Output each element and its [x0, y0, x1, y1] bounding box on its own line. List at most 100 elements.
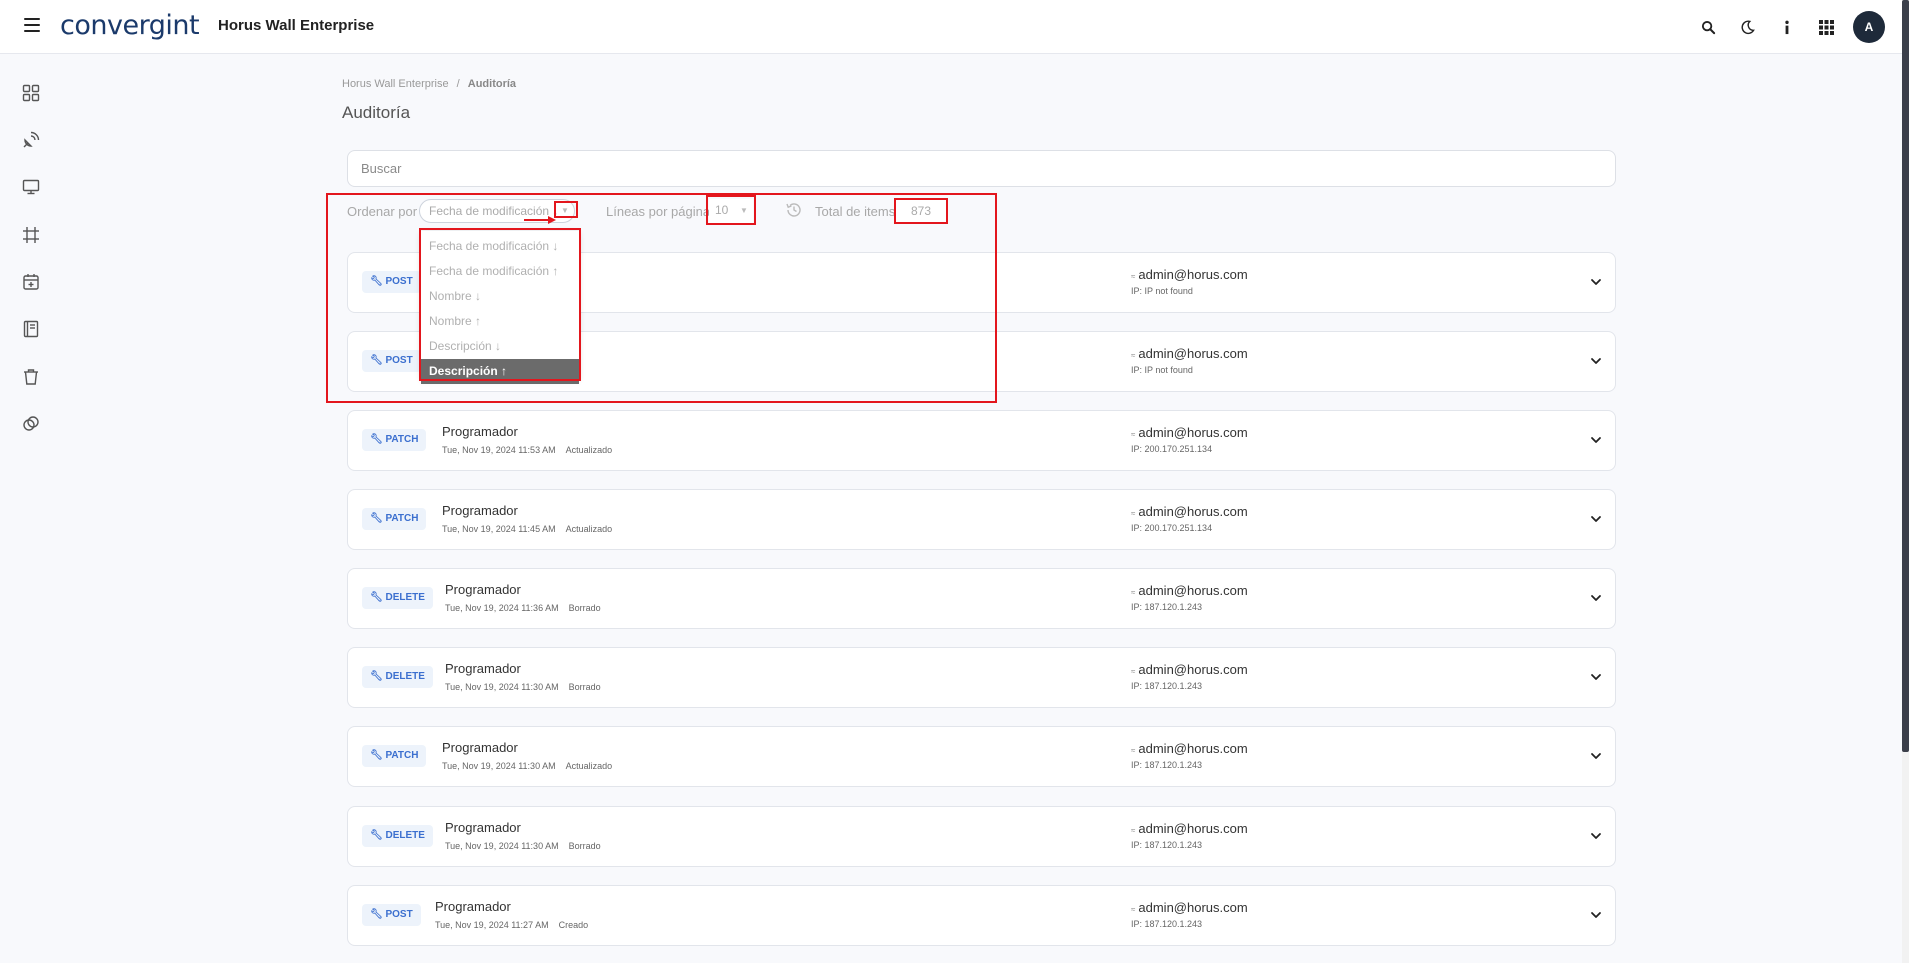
record-user: ≈ admin@horus.com: [1131, 504, 1248, 519]
record-user-email: admin@horus.com: [1138, 662, 1248, 677]
sort-option[interactable]: Fecha de modificación ↓: [421, 234, 579, 259]
book-icon[interactable]: [20, 318, 42, 340]
sort-option[interactable]: Nombre ↓: [421, 284, 579, 309]
method-badge: 🔧︎ POST: [362, 350, 421, 372]
record-title: Programador: [445, 820, 521, 835]
record-meta: Tue, Nov 19, 2024 11:30 AM Borrado: [445, 682, 601, 692]
record-user-email: admin@horus.com: [1138, 504, 1248, 519]
record-ip: IP: IP not found: [1131, 286, 1193, 296]
record-title: Programador: [445, 582, 521, 597]
record-ip: IP: 200.170.251.134: [1131, 523, 1213, 533]
method-label: DELETE: [385, 671, 425, 682]
breadcrumb-root[interactable]: Horus Wall Enterprise: [342, 78, 449, 90]
record-meta: Tue, Nov 19, 2024 11:53 AM Actualizado: [442, 445, 612, 455]
user-group-icon: ≈: [1131, 588, 1136, 597]
chevron-down-icon[interactable]: [1589, 354, 1603, 368]
record-user-email: admin@horus.com: [1138, 425, 1248, 440]
chevron-down-icon[interactable]: [1589, 275, 1603, 289]
record-action: Borrado: [568, 841, 601, 851]
calendar-plus-icon[interactable]: [20, 271, 42, 293]
chevron-down-icon[interactable]: [1589, 749, 1603, 763]
record-title: Programador: [435, 899, 511, 914]
layers-icon[interactable]: [20, 413, 42, 435]
record-meta: Tue, Nov 19, 2024 11:45 AM Actualizado: [442, 524, 612, 534]
total-items-label: Total de items: [815, 204, 896, 219]
sort-dropdown-menu: Fecha de modificación ↓ Fecha de modifica…: [421, 231, 579, 384]
breadcrumb: Horus Wall Enterprise / Auditoría: [342, 78, 516, 90]
audit-record-card[interactable]: 🔧︎ PATCH Programador Tue, Nov 19, 2024 11:…: [347, 410, 1616, 471]
trash-icon[interactable]: [20, 366, 42, 388]
record-user-email: admin@horus.com: [1138, 741, 1248, 756]
record-date: Tue, Nov 19, 2024 11:53 AM: [442, 445, 556, 455]
info-icon[interactable]: [1777, 17, 1797, 37]
chevron-down-icon[interactable]: [1589, 591, 1603, 605]
sort-chevron-down-icon[interactable]: ▼: [561, 206, 569, 215]
audit-record-card[interactable]: 🔧︎ DELETE Programador Tue, Nov 19, 2024 11…: [347, 568, 1616, 629]
annotation-arrow-icon: [524, 211, 556, 224]
record-meta: Tue, Nov 19, 2024 11:30 AM Actualizado: [442, 761, 612, 771]
chevron-down-icon[interactable]: [1589, 829, 1603, 843]
record-user: ≈ admin@horus.com: [1131, 900, 1248, 915]
apps-grid-icon[interactable]: [1816, 17, 1836, 37]
record-title: Programador: [442, 740, 518, 755]
breadcrumb-current: Auditoría: [467, 78, 517, 90]
chevron-down-icon[interactable]: [1589, 670, 1603, 684]
method-badge: 🔧︎ DELETE: [362, 666, 433, 688]
record-user-email: admin@horus.com: [1138, 267, 1248, 282]
grid-frame-icon[interactable]: [20, 224, 42, 246]
chevron-down-icon[interactable]: [1589, 908, 1603, 922]
sort-option[interactable]: Nombre ↑: [421, 309, 579, 334]
record-meta: Tue, Nov 19, 2024 11:30 AM Borrado: [445, 841, 601, 851]
chevron-down-icon[interactable]: [1589, 512, 1603, 526]
sort-option[interactable]: Fecha de modificación ↑: [421, 259, 579, 284]
record-date: Tue, Nov 19, 2024 11:30 AM: [445, 682, 559, 692]
audit-record-card[interactable]: 🔧︎ DELETE Programador Tue, Nov 19, 2024 11…: [347, 806, 1616, 867]
chevron-down-icon[interactable]: [1589, 433, 1603, 447]
breadcrumb-separator: /: [456, 78, 460, 90]
record-action: Actualizado: [565, 761, 613, 771]
sort-option[interactable]: Descripción ↑: [421, 359, 579, 384]
wrench-icon: 🔧︎: [370, 592, 383, 603]
search-icon[interactable]: [1698, 17, 1718, 37]
moon-icon[interactable]: [1737, 17, 1757, 37]
audit-record-card[interactable]: 🔧︎ DELETE Programador Tue, Nov 19, 2024 11…: [347, 647, 1616, 708]
audit-record-card[interactable]: 🔧︎ PATCH Programador Tue, Nov 19, 2024 11:…: [347, 726, 1616, 787]
user-group-icon: ≈: [1131, 746, 1136, 755]
method-label: DELETE: [385, 830, 425, 841]
record-date: Tue, Nov 19, 2024 11:30 AM: [442, 761, 556, 771]
record-user-email: admin@horus.com: [1138, 346, 1248, 361]
scrollbar-thumb[interactable]: [1902, 0, 1909, 752]
record-title: Programador: [442, 424, 518, 439]
user-avatar[interactable]: A: [1853, 11, 1885, 43]
sort-label: Ordenar por: [347, 204, 418, 219]
monitor-icon[interactable]: [20, 176, 42, 198]
record-date: Tue, Nov 19, 2024 11:45 AM: [442, 524, 556, 534]
wrench-icon: 🔧︎: [370, 276, 383, 287]
record-user: ≈ admin@horus.com: [1131, 425, 1248, 440]
method-badge: 🔧︎ POST: [362, 271, 421, 293]
top-bar: convergint Horus Wall Enterprise A: [0, 0, 1909, 54]
audit-record-card[interactable]: 🔧︎ PATCH Programador Tue, Nov 19, 2024 11:…: [347, 489, 1616, 550]
lines-per-page-value: 10: [715, 203, 729, 217]
method-label: POST: [385, 276, 413, 287]
record-user-email: admin@horus.com: [1138, 583, 1248, 598]
method-badge: 🔧︎ PATCH: [362, 508, 427, 530]
record-ip: IP: 187.120.1.243: [1131, 681, 1203, 691]
record-action: Borrado: [568, 603, 601, 613]
record-user: ≈ admin@horus.com: [1131, 741, 1248, 756]
sort-option[interactable]: Descripción ↓: [421, 334, 579, 359]
user-group-icon: ≈: [1131, 509, 1136, 518]
wrench-icon: 🔧︎: [370, 513, 383, 524]
dashboard-icon[interactable]: [20, 82, 42, 104]
wrench-icon: 🔧︎: [370, 830, 383, 841]
audit-record-card[interactable]: 🔧︎ POST Programador Tue, Nov 19, 2024 11:2…: [347, 885, 1616, 946]
record-date: Tue, Nov 19, 2024 11:27 AM: [435, 920, 549, 930]
lines-chevron-down-icon[interactable]: ▼: [740, 206, 748, 215]
wrench-icon: 🔧︎: [370, 434, 383, 445]
user-group-icon: ≈: [1131, 351, 1136, 360]
record-date: Tue, Nov 19, 2024 11:30 AM: [445, 841, 559, 851]
menu-icon[interactable]: [24, 18, 40, 32]
satellite-icon[interactable]: [20, 129, 42, 151]
record-meta: Tue, Nov 19, 2024 11:36 AM Borrado: [445, 603, 601, 613]
search-input[interactable]: [347, 150, 1616, 187]
